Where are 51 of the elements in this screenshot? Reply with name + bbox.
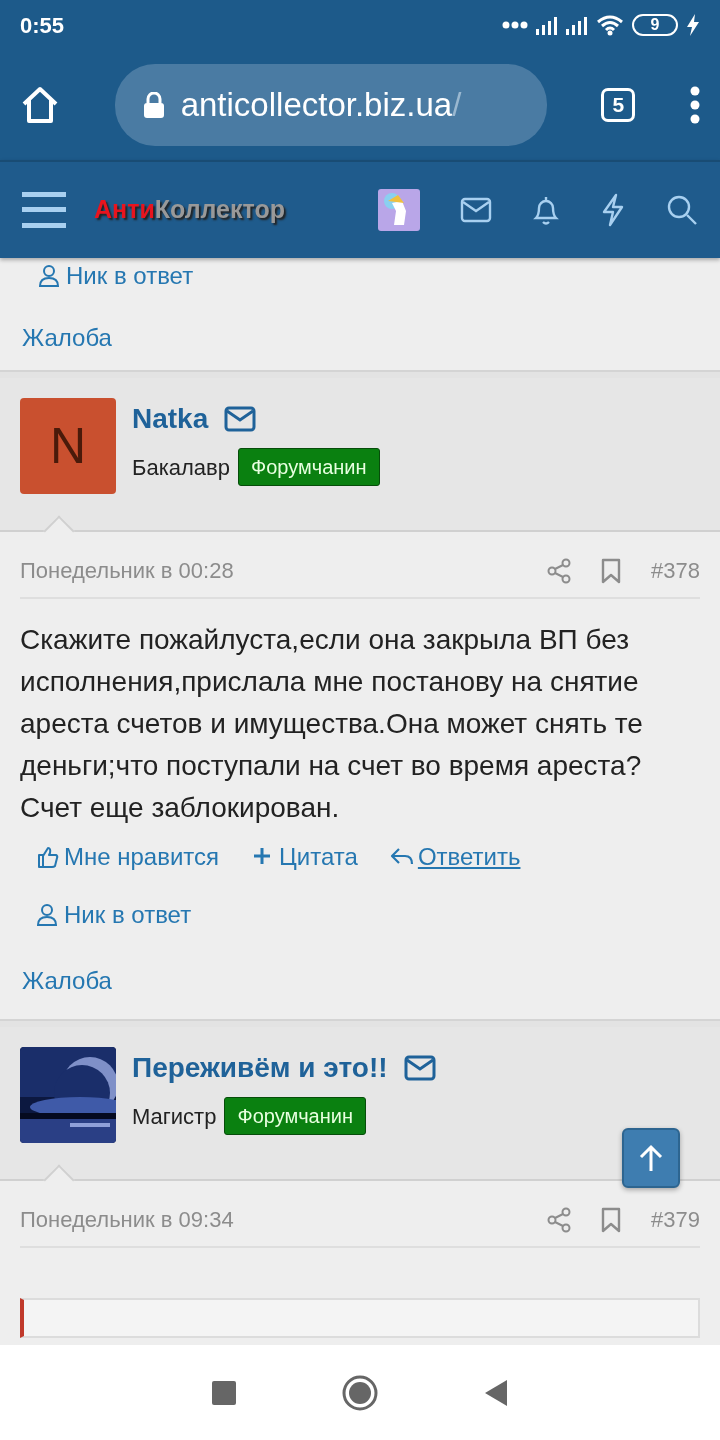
post-date: Понедельник в 00:28 — [20, 557, 234, 585]
post-text: Скажите пожайлуста,если она закрыла ВП без исполнения,прислала мне постанову на снятие ареста счетов и имущества.Она может снять те деньги;что поступали на счет во время ареста? Счет еще заблокирован. — [20, 623, 644, 825]
action-link[interactable]: Ответить — [389, 839, 521, 875]
lightning-icon[interactable] — [600, 193, 626, 227]
menu-icon[interactable] — [22, 192, 66, 228]
action-link[interactable]: Мне нравится — [36, 839, 220, 875]
action-link[interactable]: Ник в ответ — [38, 258, 194, 294]
search-icon[interactable] — [666, 194, 698, 226]
action-link[interactable]: Цитата — [251, 839, 358, 875]
username-link[interactable]: Natka — [132, 398, 209, 440]
username-link[interactable]: Переживём и это!! — [132, 1047, 388, 1089]
share-icon[interactable] — [547, 1206, 572, 1233]
home-icon[interactable] — [342, 1374, 378, 1411]
thumbs-up-icon — [36, 845, 60, 869]
signal-icon — [536, 15, 558, 35]
mail-icon[interactable] — [224, 406, 257, 432]
bell-icon[interactable] — [532, 194, 560, 226]
lock-icon — [142, 92, 165, 118]
arrow-up-icon — [638, 1144, 664, 1172]
user-rank: Магистр — [132, 1102, 217, 1131]
signal-icon — [566, 15, 588, 35]
post-number-link[interactable]: #379 — [651, 1203, 700, 1236]
share-icon[interactable] — [547, 557, 572, 584]
post-date: Понедельник в 09:34 — [20, 1206, 234, 1234]
address-bar[interactable]: anticollector.biz.ua/ — [114, 64, 547, 146]
post-number-link[interactable]: #378 — [651, 554, 700, 587]
bookmark-icon[interactable] — [601, 557, 622, 584]
report-link[interactable]: Жалоба — [22, 320, 112, 356]
mail-icon[interactable] — [403, 1055, 436, 1081]
tab-count-button[interactable]: 5 — [601, 88, 636, 122]
home-icon[interactable] — [20, 86, 60, 124]
avatar[interactable]: N — [20, 398, 116, 494]
scroll-top-button[interactable] — [622, 1128, 680, 1188]
person-icon — [38, 264, 62, 288]
user-title-badge: Форумчанин — [238, 448, 380, 486]
person-icon — [36, 903, 60, 927]
more-icon[interactable] — [689, 85, 700, 125]
site-logo[interactable]: АнтиКоллектор — [94, 191, 285, 229]
wifi-icon — [596, 14, 624, 36]
user-rank: Бакалавр — [132, 453, 230, 482]
action-link[interactable]: Ник в ответ — [36, 897, 192, 933]
back-icon[interactable] — [484, 1378, 508, 1407]
clock-time: 0:55 — [20, 11, 65, 40]
recents-icon[interactable] — [212, 1380, 236, 1405]
report-link[interactable]: Жалоба — [22, 963, 112, 999]
charging-icon — [686, 14, 700, 36]
more-icon — [502, 21, 528, 29]
url-text: anticollector.biz.ua/ — [180, 85, 462, 126]
bookmark-icon[interactable] — [601, 1206, 622, 1233]
battery-icon: 9 — [632, 14, 678, 36]
user-title-badge: Форумчанин — [224, 1097, 366, 1135]
